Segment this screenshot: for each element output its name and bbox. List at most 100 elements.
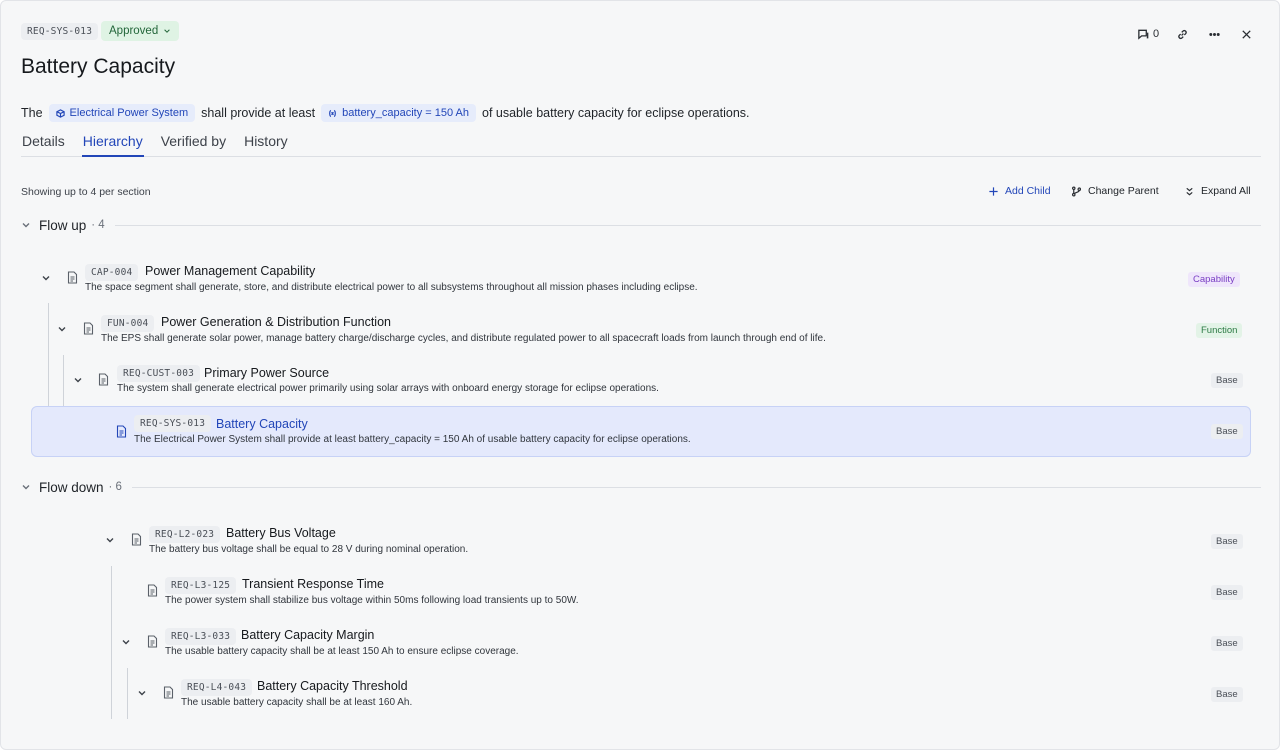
copy-link-button[interactable]: [1176, 25, 1189, 43]
parameter-chip-label: battery_capacity = 150 Ah: [342, 107, 469, 119]
item-description: The Electrical Power System shall provid…: [134, 434, 691, 445]
parameter-chip[interactable]: battery_capacity = 150 Ah: [321, 104, 476, 122]
chevron-down-icon[interactable]: [121, 637, 131, 647]
list-item[interactable]: REQ-L3-125 Transient Response Time The p…: [31, 570, 1251, 620]
comments-button[interactable]: 0: [1137, 25, 1159, 43]
item-name[interactable]: Transient Response Time: [242, 577, 384, 591]
list-item[interactable]: REQ-CUST-003 Primary Power Source The sy…: [31, 360, 1251, 410]
item-name[interactable]: Battery Capacity: [216, 417, 308, 431]
item-name[interactable]: Power Management Capability: [145, 264, 315, 278]
type-badge: Base: [1211, 585, 1243, 600]
document-icon: [147, 584, 158, 597]
list-item[interactable]: REQ-L3-033 Battery Capacity Margin The u…: [31, 621, 1251, 671]
type-badge: Capability: [1188, 272, 1240, 287]
comment-icon: [1138, 29, 1149, 40]
chevron-down-icon: [22, 485, 30, 490]
document-icon: [67, 271, 78, 284]
item-name[interactable]: Power Generation & Distribution Function: [161, 315, 391, 329]
item-description: The system shall generate electrical pow…: [117, 383, 659, 394]
item-id: REQ-L3-033: [165, 628, 237, 645]
branch-icon: [1071, 186, 1082, 196]
more-icon: [1209, 32, 1220, 36]
item-description: The usable battery capacity shall be at …: [181, 697, 413, 708]
status-dropdown[interactable]: Approved: [101, 21, 180, 41]
flow-down-label: Flow down: [39, 479, 104, 495]
item-id: REQ-L4-043: [181, 679, 253, 696]
type-badge: Base: [1211, 687, 1243, 702]
tab-history[interactable]: History: [243, 132, 289, 157]
tab-verified-by[interactable]: Verified by: [160, 132, 227, 157]
expand-all-label: Expand All: [1201, 185, 1251, 197]
link-icon: [1178, 29, 1187, 39]
chevron-down-icon: [22, 223, 30, 228]
tab-details[interactable]: Details: [21, 132, 66, 157]
flow-down-count: · 6: [108, 481, 122, 493]
item-description: The usable battery capacity shall be at …: [165, 646, 519, 657]
showing-label: Showing up to 4 per section: [21, 186, 151, 198]
chevron-down-icon[interactable]: [57, 324, 67, 334]
change-parent-label: Change Parent: [1088, 185, 1159, 197]
type-badge: Base: [1211, 424, 1243, 439]
change-parent-button[interactable]: Change Parent: [1071, 185, 1159, 197]
item-name[interactable]: Primary Power Source: [204, 366, 329, 380]
list-item[interactable]: REQ-L4-043 Battery Capacity Threshold Th…: [31, 672, 1251, 722]
document-icon: [116, 425, 127, 438]
item-id: REQ-L3-125: [165, 577, 237, 594]
chevron-down-icon[interactable]: [105, 535, 115, 545]
close-icon: [1242, 29, 1251, 39]
document-icon: [83, 322, 94, 335]
requirement-id: REQ-SYS-013: [21, 23, 99, 40]
requirement-statement: The Electrical Power System shall provid…: [21, 104, 750, 122]
item-id: REQ-CUST-003: [117, 365, 201, 382]
flow-up-count: · 4: [91, 219, 105, 231]
item-description: The EPS shall generate solar power, mana…: [101, 333, 826, 344]
divider: [114, 224, 1261, 226]
chevron-down-icon[interactable]: [41, 273, 51, 283]
flow-down-header[interactable]: Flow down · 6: [21, 478, 1261, 496]
requirement-panel: REQ-SYS-013 Approved Battery Capacity 0 …: [0, 0, 1280, 750]
list-item[interactable]: REQ-L2-023 Battery Bus Voltage The batte…: [31, 519, 1251, 569]
item-name[interactable]: Battery Capacity Margin: [241, 628, 374, 642]
statement-middle: shall provide at least: [201, 106, 316, 120]
chevron-down-icon[interactable]: [137, 688, 147, 698]
document-icon: [147, 635, 158, 648]
list-item[interactable]: CAP-004 Power Management Capability The …: [31, 257, 1251, 307]
item-id: FUN-004: [101, 315, 155, 332]
item-name[interactable]: Battery Capacity Threshold: [257, 679, 408, 693]
document-icon: [163, 686, 174, 699]
item-description: The power system shall stabilize bus vol…: [165, 595, 579, 606]
system-chip[interactable]: Electrical Power System: [48, 104, 196, 122]
close-button[interactable]: [1240, 25, 1253, 43]
more-options-button[interactable]: [1208, 25, 1221, 43]
list-item[interactable]: FUN-004 Power Generation & Distribution …: [31, 308, 1251, 358]
list-item-selected[interactable]: REQ-SYS-013 Battery Capacity The Electri…: [31, 406, 1251, 457]
document-icon: [131, 533, 142, 546]
flow-up-label: Flow up: [39, 217, 87, 233]
item-id: REQ-SYS-013: [134, 415, 212, 432]
type-badge: Base: [1211, 373, 1243, 388]
divider: [131, 486, 1261, 488]
expand-all-button[interactable]: Expand All: [1184, 185, 1251, 197]
item-description: The space segment shall generate, store,…: [85, 282, 698, 293]
chevron-down-icon: [164, 29, 171, 33]
type-badge: Function: [1196, 323, 1243, 338]
system-chip-label: Electrical Power System: [69, 107, 189, 119]
page-title: Battery Capacity: [21, 55, 176, 78]
comment-count: 0: [1153, 28, 1160, 40]
item-description: The battery bus voltage shall be equal t…: [149, 544, 469, 555]
item-id: REQ-L2-023: [149, 526, 221, 543]
statement-prefix: The: [21, 106, 43, 120]
tab-bar: Details Hierarchy Verified by History: [21, 132, 1261, 157]
type-badge: Base: [1211, 636, 1243, 651]
parameter-icon: [329, 109, 336, 117]
tab-hierarchy[interactable]: Hierarchy: [81, 132, 144, 157]
add-child-button[interactable]: Add Child: [988, 185, 1051, 197]
statement-suffix: of usable battery capacity for eclipse o…: [482, 106, 750, 120]
add-child-label: Add Child: [1005, 185, 1051, 197]
chevron-down-icon[interactable]: [73, 375, 83, 385]
expand-icon: [1186, 187, 1193, 195]
document-icon: [98, 373, 109, 386]
item-id: CAP-004: [85, 264, 139, 281]
item-name[interactable]: Battery Bus Voltage: [226, 526, 336, 540]
flow-up-header[interactable]: Flow up · 4: [21, 216, 1261, 234]
